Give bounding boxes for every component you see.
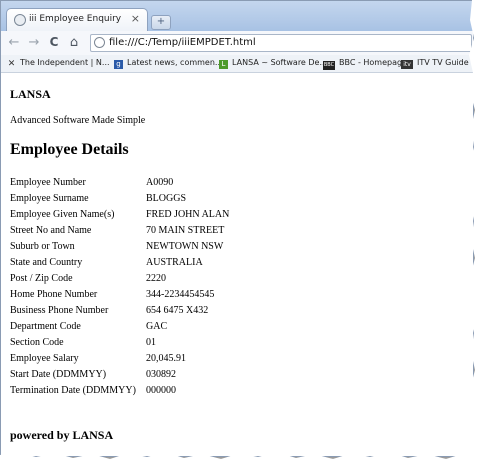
bookmark-guardian[interactable]: g Latest news, commen...: [114, 58, 223, 69]
bookmark-independent[interactable]: ✕ The Independent | N...: [7, 58, 110, 69]
back-icon[interactable]: ←: [6, 35, 22, 50]
navigation-toolbar: ← → C ⌂ file:///C:/Temp/iiiEMPDET.html: [1, 31, 473, 56]
field-value: 2220: [146, 273, 166, 284]
new-tab-button[interactable]: +: [151, 15, 171, 30]
field-value: AUSTRALIA: [146, 257, 203, 268]
field-value: 030892: [146, 369, 176, 380]
field-label: Street No and Name: [10, 225, 92, 236]
bookmarks-bar: ✕ The Independent | N... g Latest news, co…: [1, 55, 473, 73]
field-label: Start Date (DDMMYY): [10, 369, 107, 380]
field-label: Post / Zip Code: [10, 273, 73, 284]
close-tab-icon[interactable]: ×: [131, 12, 140, 25]
page-content: LANSA Advanced Software Made Simple Empl…: [1, 73, 473, 456]
bbc-logo-icon: BBC: [323, 61, 335, 70]
bookmark-lansa[interactable]: L LANSA ~ Software De...: [219, 58, 327, 69]
forward-icon[interactable]: →: [26, 35, 42, 50]
field-label: Home Phone Number: [10, 289, 98, 300]
field-value: 654 6475 X432: [146, 305, 209, 316]
bookmark-itv[interactable]: itv ITV TV Guide: [401, 58, 469, 69]
field-label: Employee Number: [10, 177, 86, 188]
field-value: NEWTOWN NSW: [146, 241, 224, 252]
field-value: GAC: [146, 321, 168, 332]
tab-strip: iii Employee Enquiry × +: [1, 1, 473, 32]
torn-edge-bottom: [0, 452, 487, 472]
field-label: State and Country: [10, 257, 83, 268]
field-label: Suburb or Town: [10, 241, 75, 252]
field-label: Department Code: [10, 321, 81, 332]
field-value: A0090: [146, 177, 174, 188]
independent-logo-icon: ✕: [7, 59, 16, 69]
tab-title: iii Employee Enquiry: [29, 14, 122, 24]
tab-employee-enquiry[interactable]: iii Employee Enquiry ×: [6, 8, 148, 32]
itv-logo-icon: itv: [401, 60, 413, 69]
field-value: 000000: [146, 385, 176, 396]
powered-by-footer: powered by LANSA: [10, 428, 114, 442]
browser-window: iii Employee Enquiry × + ← → C ⌂ file://…: [0, 0, 474, 457]
field-value: 344-2234454545: [146, 289, 215, 300]
brand-title: LANSA: [10, 87, 51, 101]
field-value: 01: [146, 337, 156, 348]
page-favicon-icon: [14, 14, 26, 26]
guardian-logo-icon: g: [114, 60, 123, 69]
page-icon: [94, 37, 105, 48]
field-label: Employee Given Name(s): [10, 209, 115, 220]
address-bar[interactable]: file:///C:/Temp/iiiEMPDET.html: [90, 34, 472, 52]
home-icon[interactable]: ⌂: [66, 35, 82, 50]
address-url: file:///C:/Temp/iiiEMPDET.html: [109, 37, 256, 48]
field-label: Employee Surname: [10, 193, 89, 204]
torn-edge-right: [468, 0, 487, 472]
field-label: Business Phone Number: [10, 305, 109, 316]
field-label: Termination Date (DDMMYY): [10, 385, 136, 396]
field-label: Employee Salary: [10, 353, 79, 364]
field-value: 20,045.91: [146, 353, 186, 364]
page-title: Employee Details: [10, 141, 129, 158]
field-value: FRED JOHN ALAN: [146, 209, 230, 220]
field-value: 70 MAIN STREET: [146, 225, 225, 236]
reload-icon[interactable]: C: [46, 35, 62, 49]
tagline: Advanced Software Made Simple: [10, 115, 146, 126]
lansa-logo-icon: L: [219, 60, 228, 69]
bookmark-bbc[interactable]: BBC BBC - Homepage: [323, 58, 407, 70]
field-value: BLOGGS: [146, 193, 187, 204]
field-label: Section Code: [10, 337, 64, 348]
